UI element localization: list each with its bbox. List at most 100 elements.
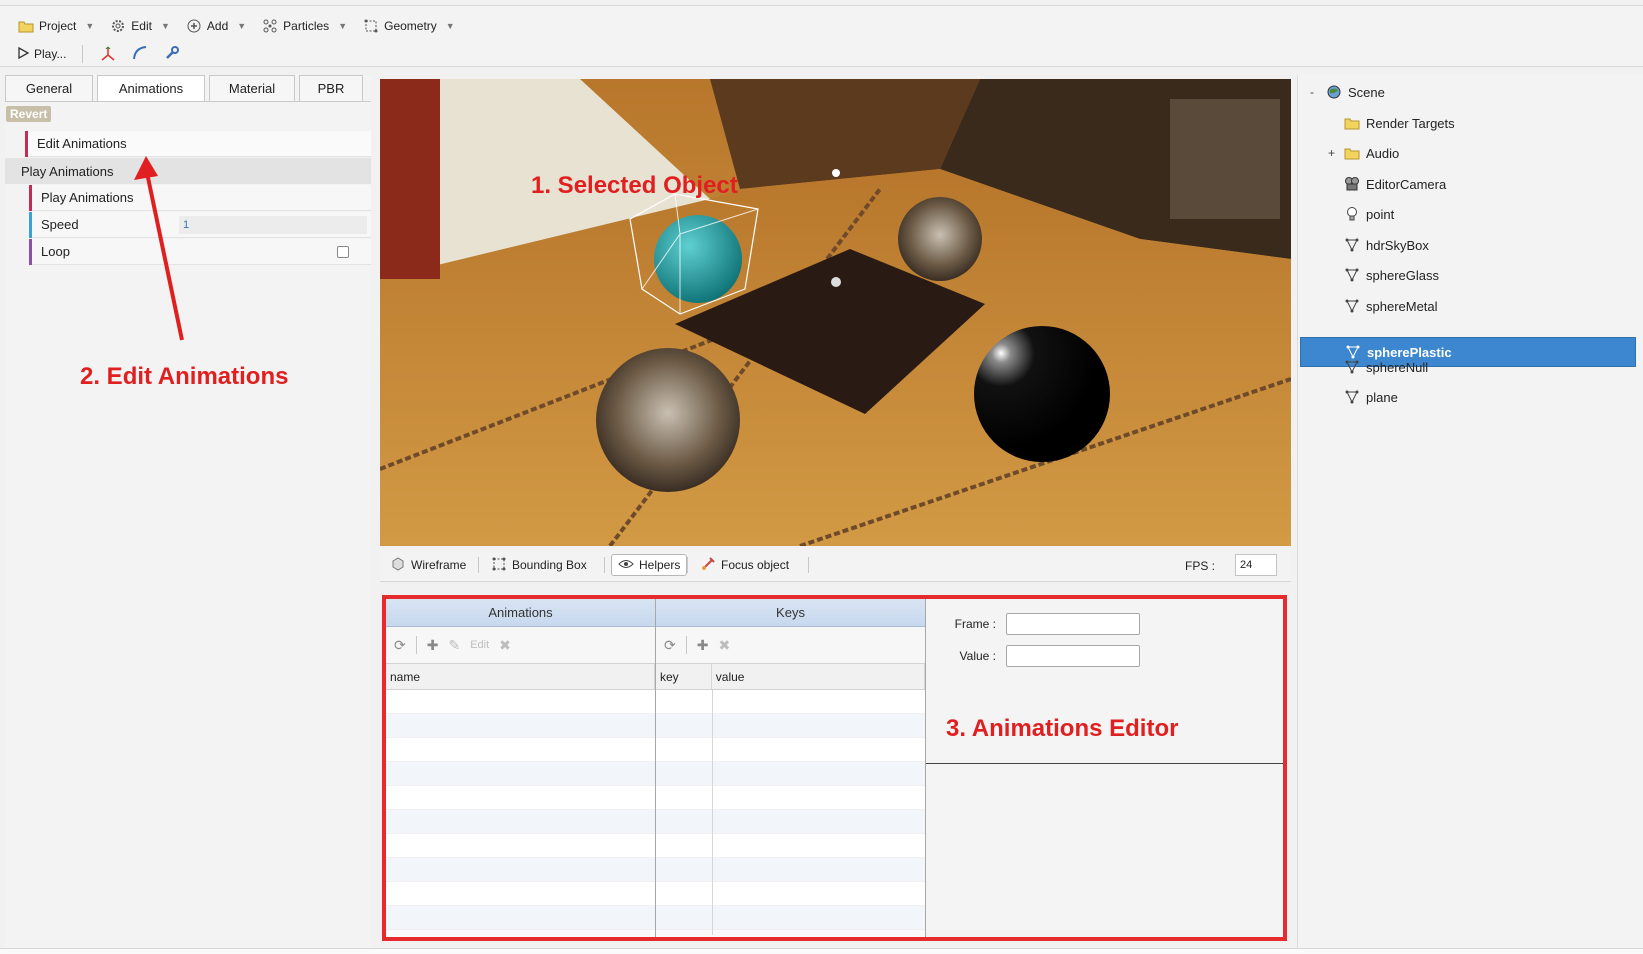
- tree-item-point[interactable]: point: [1298, 199, 1634, 229]
- tab-material[interactable]: Material: [209, 75, 295, 101]
- keys-pane: Keys ⟳ ✚ ✖ key value: [656, 599, 926, 937]
- list-item[interactable]: [386, 690, 655, 714]
- tree-item-audio[interactable]: + Audio: [1298, 138, 1634, 168]
- scale-tool-button[interactable]: [159, 43, 185, 65]
- table-row[interactable]: [656, 714, 925, 738]
- tree-item-hdr-skybox[interactable]: hdrSkyBox: [1298, 230, 1634, 260]
- table-row[interactable]: [656, 786, 925, 810]
- chevron-down-icon: ▼: [237, 21, 247, 31]
- frame-row: Frame :: [950, 613, 1140, 635]
- table-row[interactable]: [656, 834, 925, 858]
- name-column-header[interactable]: name: [386, 664, 655, 689]
- tree-item-plane[interactable]: plane: [1298, 382, 1634, 412]
- animations-pane-tools: ⟳ ✚ ✎ Edit ✖: [386, 627, 655, 664]
- list-item[interactable]: [386, 834, 655, 858]
- 3d-viewport[interactable]: [380, 79, 1291, 546]
- menu-edit-label: Edit: [131, 19, 152, 33]
- chevron-down-icon: ▼: [338, 21, 348, 31]
- toolbar-divider: [82, 45, 84, 63]
- tab-pbr[interactable]: PBR: [299, 75, 363, 101]
- properties-tabs: General Animations Material PBR: [5, 75, 363, 101]
- add-icon[interactable]: ✚: [697, 637, 709, 654]
- list-item[interactable]: [386, 882, 655, 906]
- list-item[interactable]: [386, 810, 655, 834]
- loop-checkbox[interactable]: [337, 246, 349, 258]
- key-column-header[interactable]: key: [656, 664, 712, 689]
- play-button[interactable]: Play...: [12, 43, 70, 65]
- focus-icon: [700, 556, 716, 575]
- speed-label: Speed: [41, 217, 79, 232]
- value-input[interactable]: [1006, 645, 1140, 667]
- delete-icon[interactable]: ✖: [499, 637, 511, 654]
- list-item[interactable]: [386, 786, 655, 810]
- table-row[interactable]: [656, 906, 925, 930]
- axis-gizmo-icon: [99, 44, 117, 65]
- table-row[interactable]: [656, 882, 925, 906]
- light-bulb-icon: [1344, 206, 1360, 222]
- animations-list: [386, 690, 655, 930]
- edit-pencil-icon[interactable]: ✎: [448, 637, 460, 654]
- annotation-animations-editor: 3. Animations Editor: [946, 715, 1179, 742]
- translate-tool-button[interactable]: [95, 43, 121, 65]
- tab-animations[interactable]: Animations: [97, 75, 205, 101]
- menu-project-label: Project: [39, 19, 77, 33]
- camera-icon: [1344, 176, 1360, 192]
- value-label: Value :: [959, 649, 996, 663]
- menu-bar: Project ▼ Edit ▼ Add ▼ Particles ▼ Geome…: [12, 16, 461, 36]
- speed-row: Speed 1: [29, 212, 371, 238]
- menu-particles[interactable]: Particles ▼: [256, 16, 353, 36]
- list-item[interactable]: [386, 738, 655, 762]
- mesh-icon: [1344, 237, 1360, 253]
- revert-button[interactable]: Revert: [6, 106, 52, 122]
- play-animations-label: Play Animations: [41, 190, 134, 205]
- table-row[interactable]: [656, 690, 925, 714]
- tree-item-render-targets[interactable]: Render Targets: [1298, 108, 1634, 138]
- focus-object-button[interactable]: Focus object: [694, 554, 795, 576]
- menu-add-label: Add: [206, 19, 229, 33]
- list-item[interactable]: [386, 714, 655, 738]
- refresh-icon[interactable]: ⟳: [394, 637, 406, 654]
- expand-toggle[interactable]: +: [1328, 146, 1338, 160]
- gear-icon: [110, 18, 126, 34]
- refresh-icon[interactable]: ⟳: [664, 637, 676, 654]
- table-row[interactable]: [656, 810, 925, 834]
- tree-item-label: EditorCamera: [1366, 176, 1447, 192]
- menu-edit[interactable]: Edit ▼: [104, 16, 176, 36]
- add-icon[interactable]: ✚: [427, 637, 439, 654]
- play-animations-button[interactable]: Play Animations: [29, 185, 371, 211]
- delete-icon[interactable]: ✖: [718, 637, 730, 654]
- value-column-header[interactable]: value: [712, 664, 925, 689]
- speed-input[interactable]: 1: [179, 216, 367, 234]
- menu-project[interactable]: Project ▼: [12, 16, 100, 36]
- frame-input[interactable]: [1006, 613, 1140, 635]
- collapse-toggle[interactable]: -: [1310, 85, 1320, 99]
- list-item[interactable]: [386, 858, 655, 882]
- bounding-box-button[interactable]: Bounding Box: [485, 554, 593, 576]
- editor-window: Project ▼ Edit ▼ Add ▼ Particles ▼ Geome…: [0, 0, 1643, 954]
- menu-geometry[interactable]: Geometry ▼: [357, 16, 461, 36]
- eye-icon: [618, 558, 634, 573]
- tree-item-sphere-metal[interactable]: sphereMetal: [1298, 291, 1634, 321]
- helpers-toggle[interactable]: Helpers: [611, 554, 688, 576]
- table-row[interactable]: [656, 762, 925, 786]
- add-circle-icon: [186, 18, 202, 34]
- tab-general[interactable]: General: [5, 75, 93, 101]
- table-row[interactable]: [656, 738, 925, 762]
- list-item[interactable]: [386, 906, 655, 930]
- tree-item-label: sphereNull: [1366, 359, 1429, 375]
- fps-input[interactable]: 24: [1235, 554, 1277, 576]
- tree-item-scene[interactable]: - Scene: [1298, 77, 1634, 107]
- edit-label: Edit: [470, 639, 490, 651]
- keys-list: [656, 690, 925, 935]
- tree-item-label: sphereGlass: [1366, 267, 1439, 283]
- helpers-label: Helpers: [639, 558, 681, 572]
- list-item[interactable]: [386, 762, 655, 786]
- tree-item-sphere-glass[interactable]: sphereGlass: [1298, 260, 1634, 290]
- menu-add[interactable]: Add ▼: [180, 16, 252, 36]
- wireframe-button[interactable]: Wireframe: [384, 554, 472, 576]
- rotate-tool-button[interactable]: [127, 43, 153, 65]
- tree-item-sphere-null[interactable]: sphereNull: [1298, 352, 1634, 382]
- table-row[interactable]: [656, 858, 925, 882]
- wrench-icon: [163, 44, 181, 65]
- tree-item-editor-camera[interactable]: EditorCamera: [1298, 169, 1634, 199]
